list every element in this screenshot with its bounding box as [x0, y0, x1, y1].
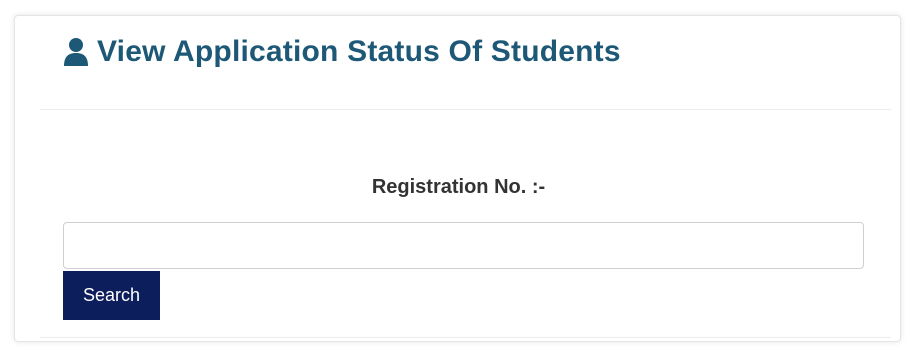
registration-number-input[interactable]	[63, 222, 864, 269]
status-card: View Application Status Of Students Regi…	[14, 15, 901, 342]
page-header: View Application Status Of Students	[63, 32, 621, 72]
header-divider	[40, 109, 891, 110]
registration-label: Registration No. :-	[371, 176, 546, 198]
footer-divider	[40, 337, 891, 338]
page-title: View Application Status Of Students	[97, 35, 621, 68]
user-icon	[63, 37, 89, 67]
search-button[interactable]: Search	[63, 271, 160, 320]
